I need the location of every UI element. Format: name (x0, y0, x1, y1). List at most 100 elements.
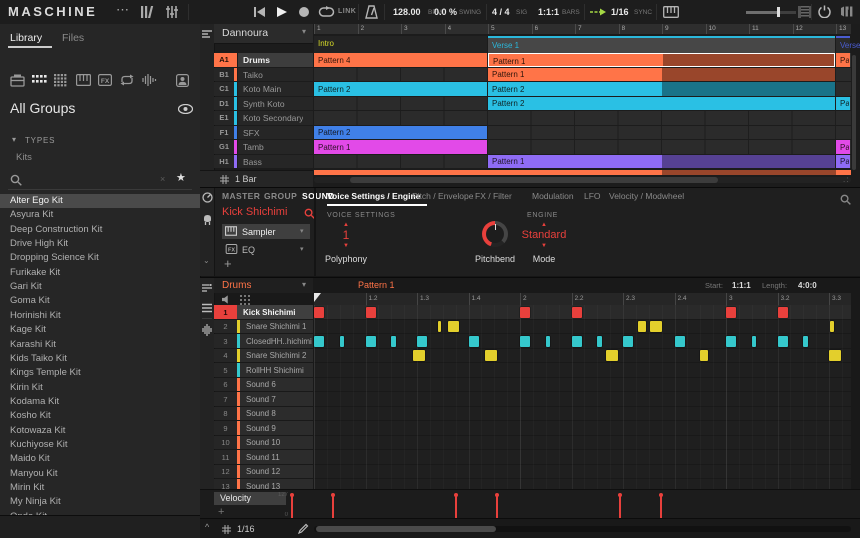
list-item[interactable]: My Ninja Kit (0, 495, 200, 509)
selected-sound-name[interactable]: Kick Shichimi (222, 206, 287, 218)
scene-block[interactable]: Intro (314, 36, 487, 53)
track-name-cell[interactable]: Bass (238, 155, 313, 169)
note-event[interactable] (469, 336, 479, 347)
loop-button-icon[interactable] (318, 6, 335, 18)
pattern-clip[interactable]: Pattern 1 (488, 155, 835, 169)
pattern-clip[interactable]: Patt (836, 53, 850, 67)
browser-group-title[interactable]: All Groups (10, 100, 75, 116)
tab-parameter-page[interactable]: Modulation (532, 191, 574, 201)
velocity-stem-dot[interactable] (331, 493, 335, 497)
tab-parameter-page[interactable]: Pitch / Envelope (412, 191, 473, 201)
sound-badge[interactable]: 2 (214, 320, 237, 334)
playhead-marker[interactable] (314, 293, 321, 302)
sound-name-cell[interactable]: Kick Shichimi (237, 305, 313, 319)
tab-parameter-page[interactable]: FX / Filter (475, 191, 512, 201)
list-item[interactable]: Kotowaza Kit (0, 424, 200, 438)
sound-badge[interactable]: 1 (214, 305, 237, 319)
list-item[interactable]: Maido Kit (0, 452, 200, 466)
polyphony-stepper[interactable]: ▲ 1 ▼ (326, 222, 366, 249)
note-event[interactable] (366, 307, 376, 318)
list-item[interactable]: Goma Kit (0, 294, 200, 308)
track-badge[interactable]: D1 (214, 97, 237, 111)
sound-name-cell[interactable]: Snare Shichimi 2 (240, 349, 313, 363)
arranger-vscrollbar-thumb[interactable] (852, 55, 856, 170)
pencil-icon[interactable] (298, 523, 309, 534)
note-event[interactable] (417, 336, 427, 347)
track-name-cell[interactable]: Koto Main (238, 82, 313, 96)
pattern-clip[interactable]: Pattern 1 (314, 140, 487, 154)
sound-name-cell[interactable]: RollHH Shichimi (240, 363, 313, 377)
tab-files[interactable]: Files (62, 32, 84, 44)
list-item[interactable]: Manyou Kit (0, 467, 200, 481)
follow-playhead-icon[interactable] (590, 8, 606, 16)
step-row-lane[interactable] (314, 479, 851, 489)
editor-hscrollbar[interactable] (314, 526, 851, 532)
velocity-stem[interactable] (619, 495, 621, 518)
step-row-lane[interactable] (314, 349, 851, 363)
plugin-slot[interactable]: FXEQ▾ (222, 242, 310, 257)
list-item[interactable]: Kirin Kit (0, 381, 200, 395)
list-item[interactable]: Kids Taiko Kit (0, 352, 200, 366)
note-event[interactable] (675, 336, 685, 347)
note-event[interactable] (726, 336, 736, 347)
groups-icon[interactable] (32, 74, 48, 88)
track-lane[interactable] (314, 111, 851, 125)
editor-group-caret-icon[interactable]: ▾ (302, 280, 306, 289)
stepper-down-icon[interactable]: ▼ (514, 243, 574, 249)
note-event[interactable] (606, 350, 618, 361)
pattern-clip[interactable]: Pattern 2 (314, 126, 487, 140)
list-item[interactable]: Horinishi Kit (0, 309, 200, 323)
track-name-cell[interactable]: Taiko (238, 68, 313, 82)
link-button[interactable]: LINK (338, 8, 356, 15)
sound-name-cell[interactable]: Sound 12 (240, 465, 313, 479)
velocity-stem-dot[interactable] (495, 493, 499, 497)
arrange-view-icon[interactable] (202, 29, 212, 39)
instruments-icon[interactable] (10, 74, 26, 88)
track-name-cell[interactable]: Koto Secondary (238, 111, 313, 125)
sound-name-cell[interactable]: Sound 6 (240, 378, 313, 392)
keyboard-mode-icon[interactable] (663, 6, 679, 18)
track-badge[interactable]: B1 (214, 68, 237, 82)
note-event[interactable] (413, 350, 425, 361)
note-event[interactable] (778, 307, 788, 318)
step-row-lane[interactable] (314, 436, 851, 450)
velocity-stem-dot[interactable] (659, 493, 663, 497)
list-item[interactable]: Kuchiyose Kit (0, 438, 200, 452)
scene-block[interactable]: Verse 1 (488, 36, 835, 53)
velocity-stem[interactable] (291, 495, 293, 518)
track-badge[interactable]: F1 (214, 126, 237, 140)
pattern-clip[interactable]: Pattern 4 (314, 53, 487, 67)
playhead-position-value[interactable]: 1:1:1 (538, 7, 559, 17)
main-menu-button[interactable]: ⋯ (116, 2, 129, 18)
polyphony-value[interactable]: 1 (326, 228, 366, 243)
note-event[interactable] (448, 321, 460, 332)
track-badge[interactable]: C1 (214, 82, 237, 96)
list-item[interactable]: Dropping Science Kit (0, 251, 200, 265)
pitchbend-knob[interactable] (482, 221, 508, 247)
pattern-clip[interactable]: Pattern 1 (488, 53, 835, 67)
types-caret-icon[interactable]: ▾ (12, 135, 16, 144)
list-item[interactable]: Kosho Kit (0, 409, 200, 423)
browser-toggle-icon[interactable] (140, 5, 154, 19)
sound-badge[interactable]: 13 (214, 479, 237, 489)
step-row-lane[interactable] (314, 465, 851, 479)
editor-grid-value[interactable]: 1/16 (237, 524, 255, 534)
sound-badge[interactable]: 11 (214, 450, 237, 464)
step-row-lane[interactable] (314, 392, 851, 406)
track-badge[interactable]: H1 (214, 155, 237, 169)
master-volume-handle[interactable] (777, 7, 780, 17)
restart-button-icon[interactable] (254, 7, 265, 17)
resize-handle[interactable]: .: (843, 175, 849, 184)
tab-library[interactable]: Library (10, 32, 42, 44)
page-search-icon[interactable] (840, 194, 851, 205)
list-item[interactable]: Furikake Kit (0, 266, 200, 280)
arranger-grid-value[interactable]: 1 Bar (235, 174, 257, 184)
quantize-value[interactable]: 1/16 (611, 7, 629, 17)
types-filter-kits[interactable]: Kits (16, 152, 32, 163)
note-event[interactable] (391, 336, 396, 347)
note-event[interactable] (778, 336, 788, 347)
note-event[interactable] (438, 321, 442, 332)
arranger-hscrollbar-thumb[interactable] (350, 177, 718, 183)
sound-badge[interactable]: 4 (214, 349, 237, 363)
note-event[interactable] (572, 307, 582, 318)
